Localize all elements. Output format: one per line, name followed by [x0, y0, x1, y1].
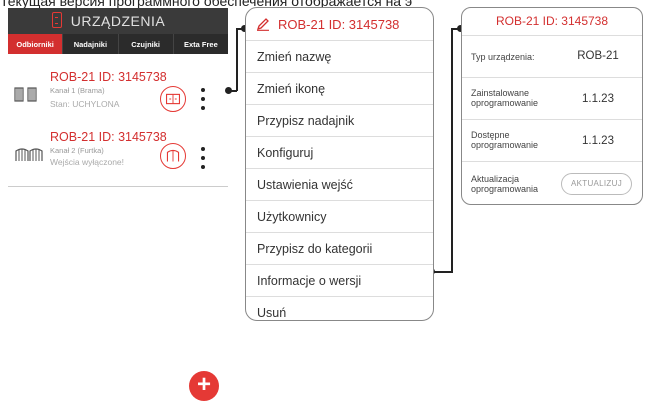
device-title: ROB-21 ID: 3145738	[50, 70, 167, 84]
menu-item-assign-transmitter[interactable]: Przypisz nadajnik	[246, 105, 433, 137]
more-options-icon[interactable]	[198, 147, 208, 169]
device-status: Wejścia wyłączone!	[50, 157, 125, 167]
device-channel: Kanał 2 (Furtka)	[50, 146, 104, 155]
pencil-icon	[256, 18, 269, 31]
installed-firmware-value: 1.1.23	[582, 93, 614, 105]
device-type-label: Typ urządzenia:	[471, 52, 535, 62]
menu-item-users[interactable]: Użytkownicy	[246, 201, 433, 233]
tab-exta-free[interactable]: Exta Free	[174, 34, 228, 54]
device-title: ROB-21 ID: 3145738	[50, 130, 167, 144]
installed-firmware-row: Zainstalowane oprogramowanie 1.1.23	[462, 78, 642, 120]
tab-odbiorniki[interactable]: Odbiorniki	[8, 34, 64, 54]
connector-line	[432, 271, 452, 273]
device-list-item[interactable]: ROB-21 ID: 3145738 Kanał 2 (Furtka) Wejś…	[8, 126, 228, 187]
menu-item-rename[interactable]: Zmień nazwę	[246, 41, 433, 73]
menu-item-delete[interactable]: Usuń	[246, 297, 433, 320]
update-firmware-button[interactable]: AKTUALIZUJ	[561, 173, 632, 195]
menu-item-version-info[interactable]: Informacje o wersji	[246, 265, 433, 297]
menu-title: ROB-21 ID: 3145738	[278, 16, 400, 32]
menu-item-configure[interactable]: Konfiguruj	[246, 137, 433, 169]
version-info-panel: ROB-21 ID: 3145738 Typ urządzenia: ROB-2…	[461, 7, 643, 205]
add-device-button[interactable]: +	[189, 371, 219, 401]
double-gate-round-icon[interactable]	[160, 143, 186, 169]
device-list-item[interactable]: ROB-21 ID: 3145738 Kanał 1 (Brama) Stan:…	[8, 66, 228, 127]
installed-firmware-label: Zainstalowane oprogramowanie	[471, 88, 539, 108]
device-type-row: Typ urządzenia: ROB-21	[462, 36, 642, 78]
category-tabs: Odbiorniki Nadajniki Czujniki Exta Free	[8, 34, 228, 54]
available-firmware-value: 1.1.23	[582, 135, 614, 147]
device-channel: Kanał 1 (Brama)	[50, 86, 105, 95]
sliding-gate-icon	[14, 87, 37, 102]
device-context-menu: ROB-21 ID: 3145738 Zmień nazwę Zmień iko…	[245, 7, 434, 321]
available-firmware-row: Dostępne oprogramowanie 1.1.23	[462, 120, 642, 162]
device-status: Stan: UCHYLONA	[50, 99, 120, 109]
device-type-value: ROB-21	[577, 50, 619, 62]
connector-line	[236, 28, 238, 91]
menu-header: ROB-21 ID: 3145738	[246, 8, 433, 41]
firmware-update-label: Aktualizacja oprogramowania	[471, 174, 539, 194]
info-title: ROB-21 ID: 3145738	[462, 8, 642, 36]
more-options-icon[interactable]	[198, 88, 208, 110]
page-title: URZĄDZENIA	[70, 13, 166, 29]
tab-nadajniki[interactable]: Nadajniki	[63, 34, 119, 54]
devices-screen: URZĄDZENIA Odbiorniki Nadajniki Czujniki…	[8, 8, 228, 401]
sliding-gate-round-icon[interactable]	[160, 86, 186, 112]
connector-line	[451, 28, 453, 273]
double-gate-icon	[15, 148, 43, 161]
menu-item-assign-category[interactable]: Przypisz do kategorii	[246, 233, 433, 265]
menu-item-change-icon[interactable]: Zmień ikonę	[246, 73, 433, 105]
available-firmware-label: Dostępne oprogramowanie	[471, 130, 539, 150]
tab-czujniki[interactable]: Czujniki	[119, 34, 174, 54]
menu-item-input-settings[interactable]: Ustawienia wejść	[246, 169, 433, 201]
app-header: URZĄDZENIA	[8, 8, 228, 34]
firmware-update-row: Aktualizacja oprogramowania AKTUALIZUJ	[462, 162, 642, 204]
